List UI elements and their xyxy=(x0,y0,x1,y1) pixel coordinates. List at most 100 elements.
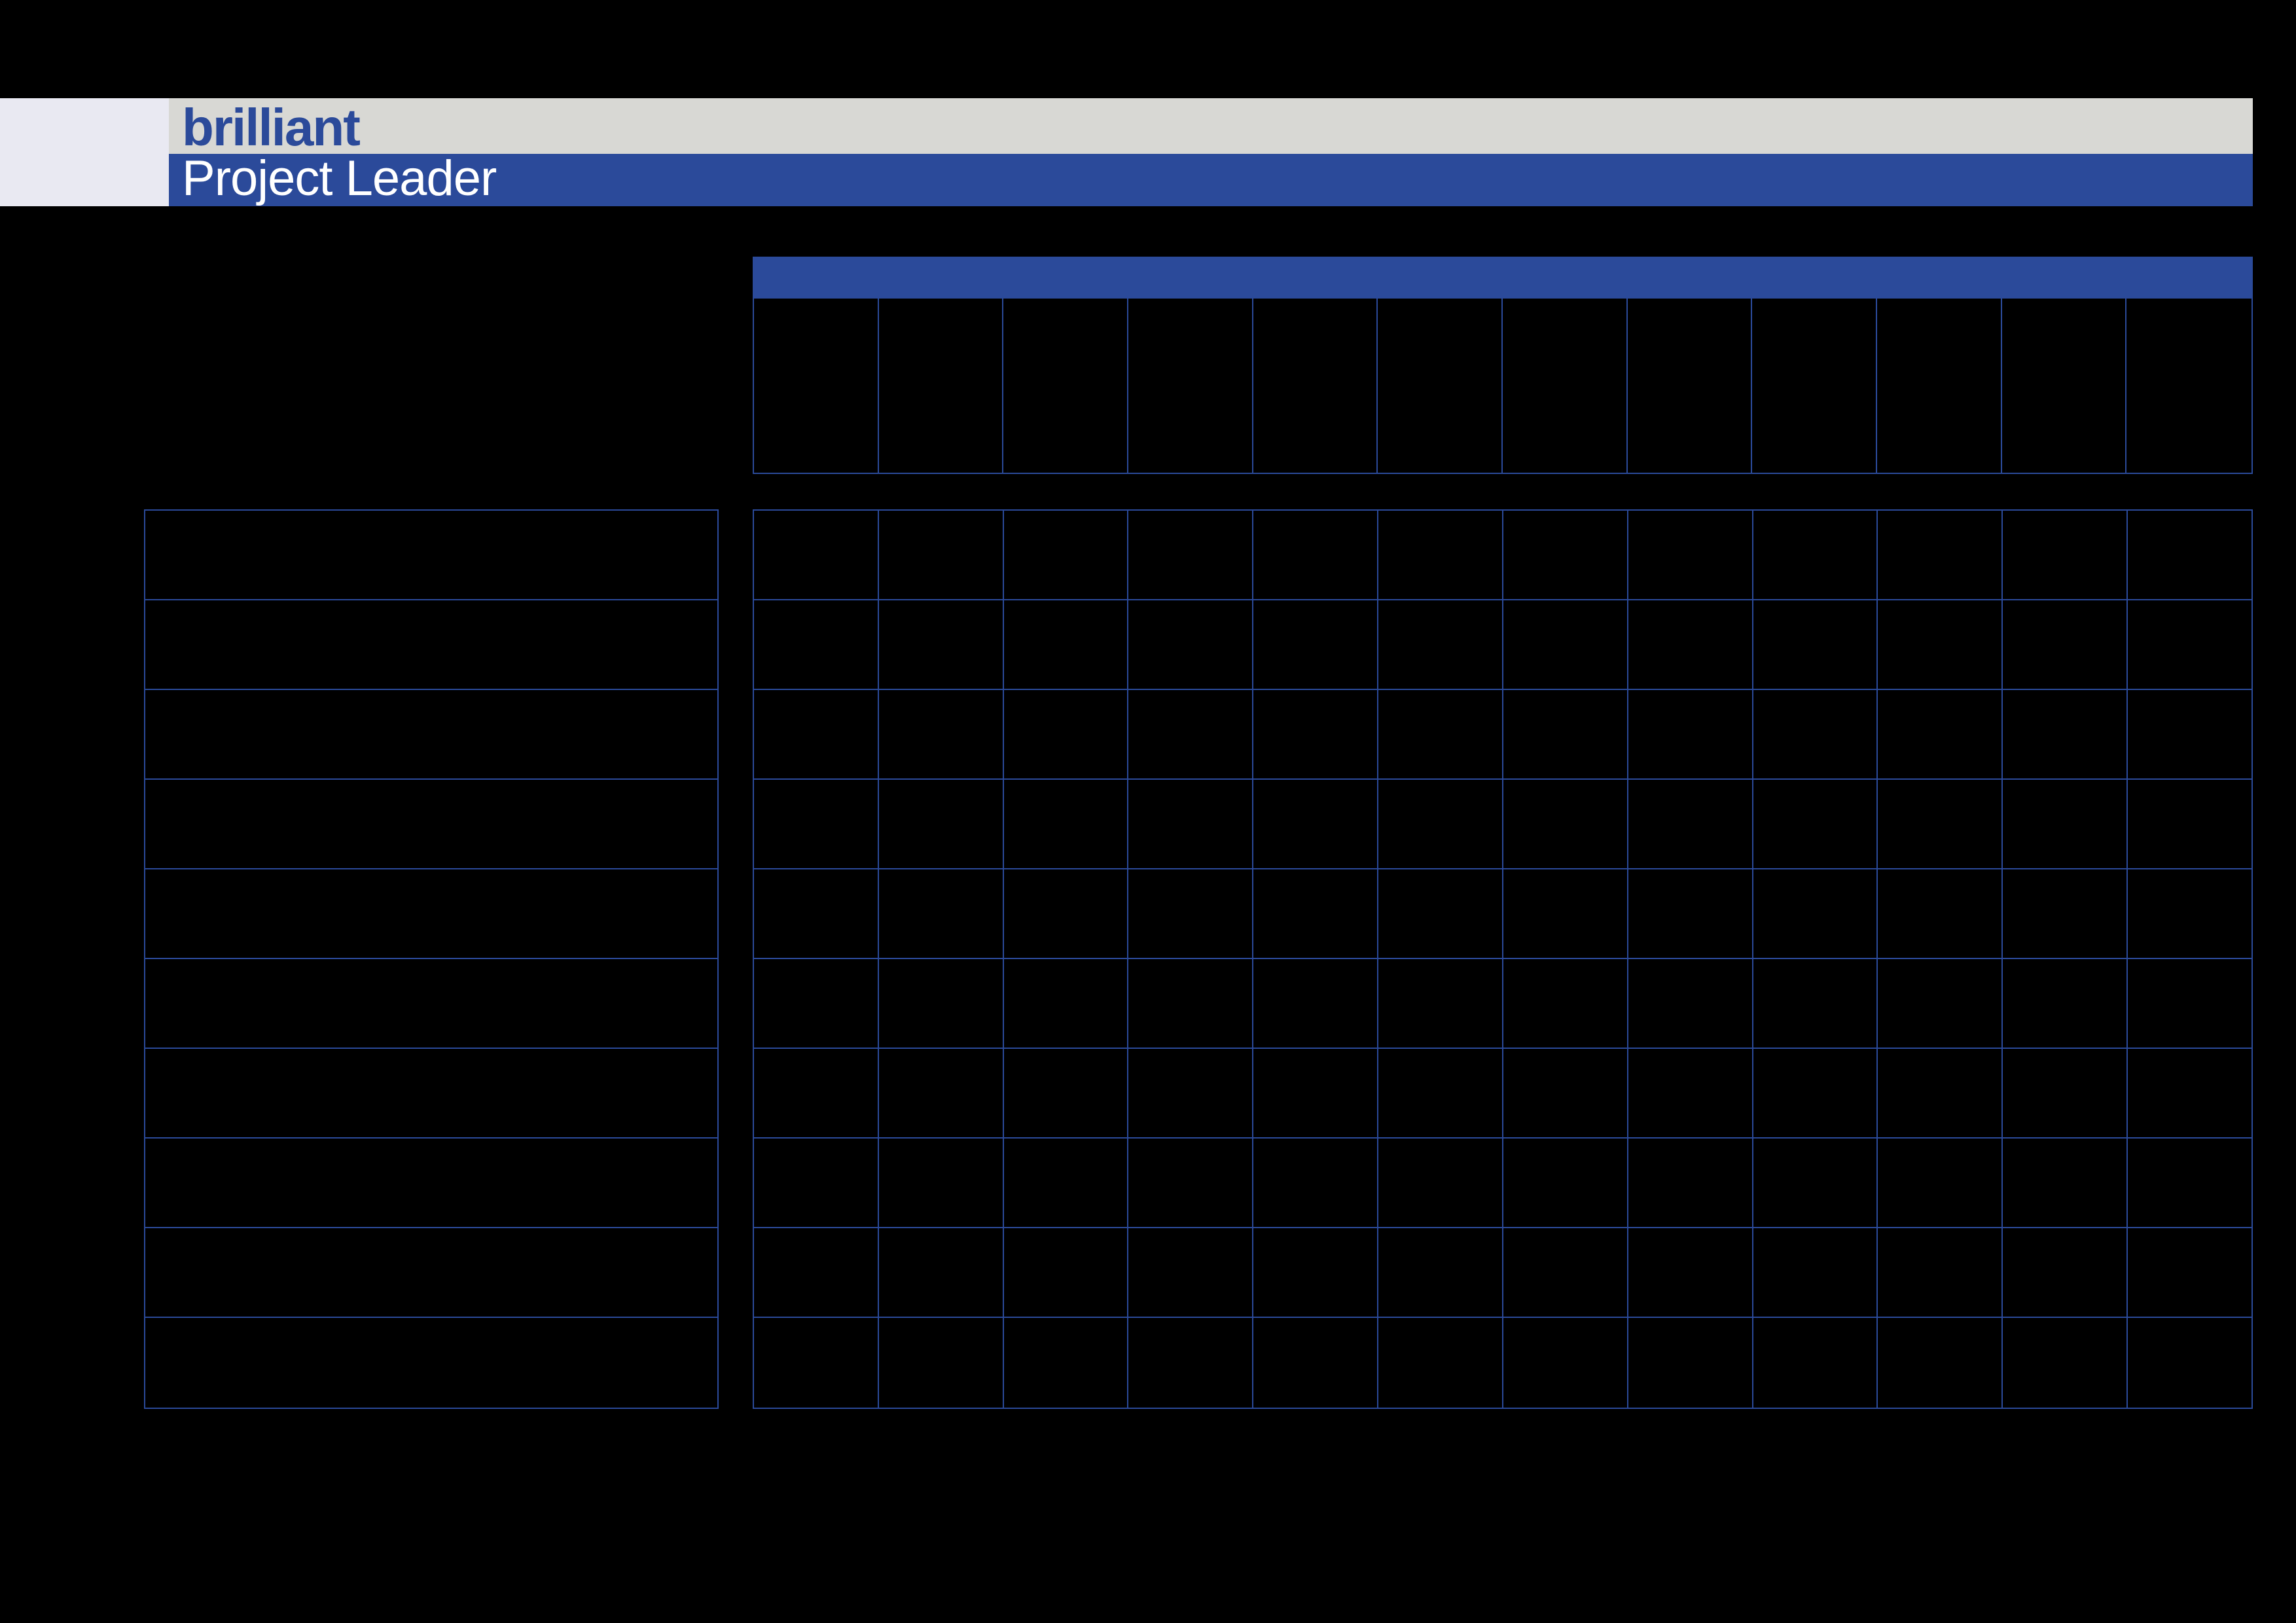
row-label xyxy=(145,600,717,690)
grid-cell xyxy=(879,1318,1004,1408)
grid-cell xyxy=(1004,1318,1129,1408)
grid-cell xyxy=(754,600,879,689)
grid-cell xyxy=(1378,1228,1503,1317)
grid-cell xyxy=(1128,1228,1253,1317)
grid-cell xyxy=(2003,1318,2128,1408)
grid-cell xyxy=(1378,600,1503,689)
table-row xyxy=(754,511,2253,600)
table-row xyxy=(754,600,2253,690)
row-label xyxy=(145,1228,717,1318)
grid-cell xyxy=(1878,1049,2003,1137)
grid-cell xyxy=(2003,1139,2128,1227)
grid-cell xyxy=(754,1228,879,1317)
grid-cell xyxy=(1503,1228,1628,1317)
grid-cell xyxy=(1503,780,1628,868)
grid-cell xyxy=(1378,869,1503,958)
grid-cell xyxy=(1628,1139,1753,1227)
grid-cell xyxy=(1628,690,1753,778)
grid-cell xyxy=(1004,690,1129,778)
grid-cell xyxy=(1878,1228,2003,1317)
grid-cell xyxy=(1128,959,1253,1048)
grid-cell xyxy=(2128,1228,2253,1317)
grid-cell xyxy=(754,511,879,599)
grid-cell xyxy=(1878,1139,2003,1227)
grid-cell xyxy=(1253,1139,1378,1227)
column-header-cell xyxy=(1628,299,1753,473)
grid-cell xyxy=(754,1318,879,1408)
subtitle-text: Project Leader xyxy=(182,154,496,204)
grid-cell xyxy=(1753,1139,1878,1227)
column-banner xyxy=(753,257,2253,297)
grid-cell xyxy=(1004,780,1129,868)
grid-cell xyxy=(1753,600,1878,689)
table-row xyxy=(754,959,2253,1049)
table-row xyxy=(754,1139,2253,1228)
grid-cell xyxy=(1503,511,1628,599)
grid-cell xyxy=(1878,780,2003,868)
grid-cell xyxy=(754,959,879,1048)
grid-cell xyxy=(1753,1318,1878,1408)
grid-cell xyxy=(1503,1139,1628,1227)
grid-cell xyxy=(1503,600,1628,689)
grid-cell xyxy=(2128,511,2253,599)
grid-cell xyxy=(879,780,1004,868)
grid-cell xyxy=(754,1139,879,1227)
grid-cell xyxy=(2003,869,2128,958)
grid-cell xyxy=(1878,600,2003,689)
grid-cell xyxy=(1004,511,1129,599)
top-bar xyxy=(0,0,2296,98)
grid-cell xyxy=(1878,869,2003,958)
grid-cell xyxy=(1128,869,1253,958)
grid-cell xyxy=(2128,869,2253,958)
title-row: brilliant xyxy=(169,98,2253,154)
grid-cell xyxy=(1378,780,1503,868)
grid-cell xyxy=(1128,690,1253,778)
column-header-grid xyxy=(753,297,2253,474)
grid-cell xyxy=(879,600,1004,689)
subtitle-row: Project Leader xyxy=(169,154,2253,206)
row-label xyxy=(145,1049,717,1139)
grid-cell xyxy=(1253,869,1378,958)
grid-cell xyxy=(2003,780,2128,868)
grid-cell xyxy=(879,1049,1004,1137)
grid-cell xyxy=(2003,959,2128,1048)
row-label xyxy=(145,1139,717,1228)
grid-cell xyxy=(1878,690,2003,778)
grid-cell xyxy=(1378,1049,1503,1137)
grid-cell xyxy=(1878,1318,2003,1408)
grid-cell xyxy=(2003,690,2128,778)
grid-cell xyxy=(1878,511,2003,599)
grid-cell xyxy=(879,959,1004,1048)
column-header-cell xyxy=(1378,299,1503,473)
grid-cell xyxy=(879,869,1004,958)
grid-cell xyxy=(879,511,1004,599)
grid-cell xyxy=(1878,959,2003,1048)
grid-cell xyxy=(2128,600,2253,689)
grid-cell xyxy=(754,690,879,778)
grid-cell xyxy=(1253,690,1378,778)
grid-cell xyxy=(1378,1318,1503,1408)
grid-cell xyxy=(2003,511,2128,599)
row-label xyxy=(145,959,717,1049)
grid-cell xyxy=(1753,511,1878,599)
grid-cell xyxy=(1628,1049,1753,1137)
grid-cell xyxy=(1753,959,1878,1048)
grid-cell xyxy=(1128,1049,1253,1137)
data-grid xyxy=(753,509,2253,1409)
grid-cell xyxy=(2128,959,2253,1048)
grid-cell xyxy=(2128,690,2253,778)
grid-cell xyxy=(1128,1318,1253,1408)
grid-cell xyxy=(1253,1049,1378,1137)
column-header-cell xyxy=(2002,299,2127,473)
grid-cell xyxy=(2003,1049,2128,1137)
row-label-table xyxy=(144,509,719,1409)
grid-cell xyxy=(1628,600,1753,689)
column-header-cell xyxy=(1253,299,1378,473)
grid-cell xyxy=(1253,511,1378,599)
grid-cell xyxy=(2003,600,2128,689)
column-header-cell xyxy=(1752,299,1877,473)
grid-cell xyxy=(1004,869,1129,958)
grid-cell xyxy=(1128,780,1253,868)
row-label xyxy=(145,1318,717,1408)
grid-cell xyxy=(1253,959,1378,1048)
